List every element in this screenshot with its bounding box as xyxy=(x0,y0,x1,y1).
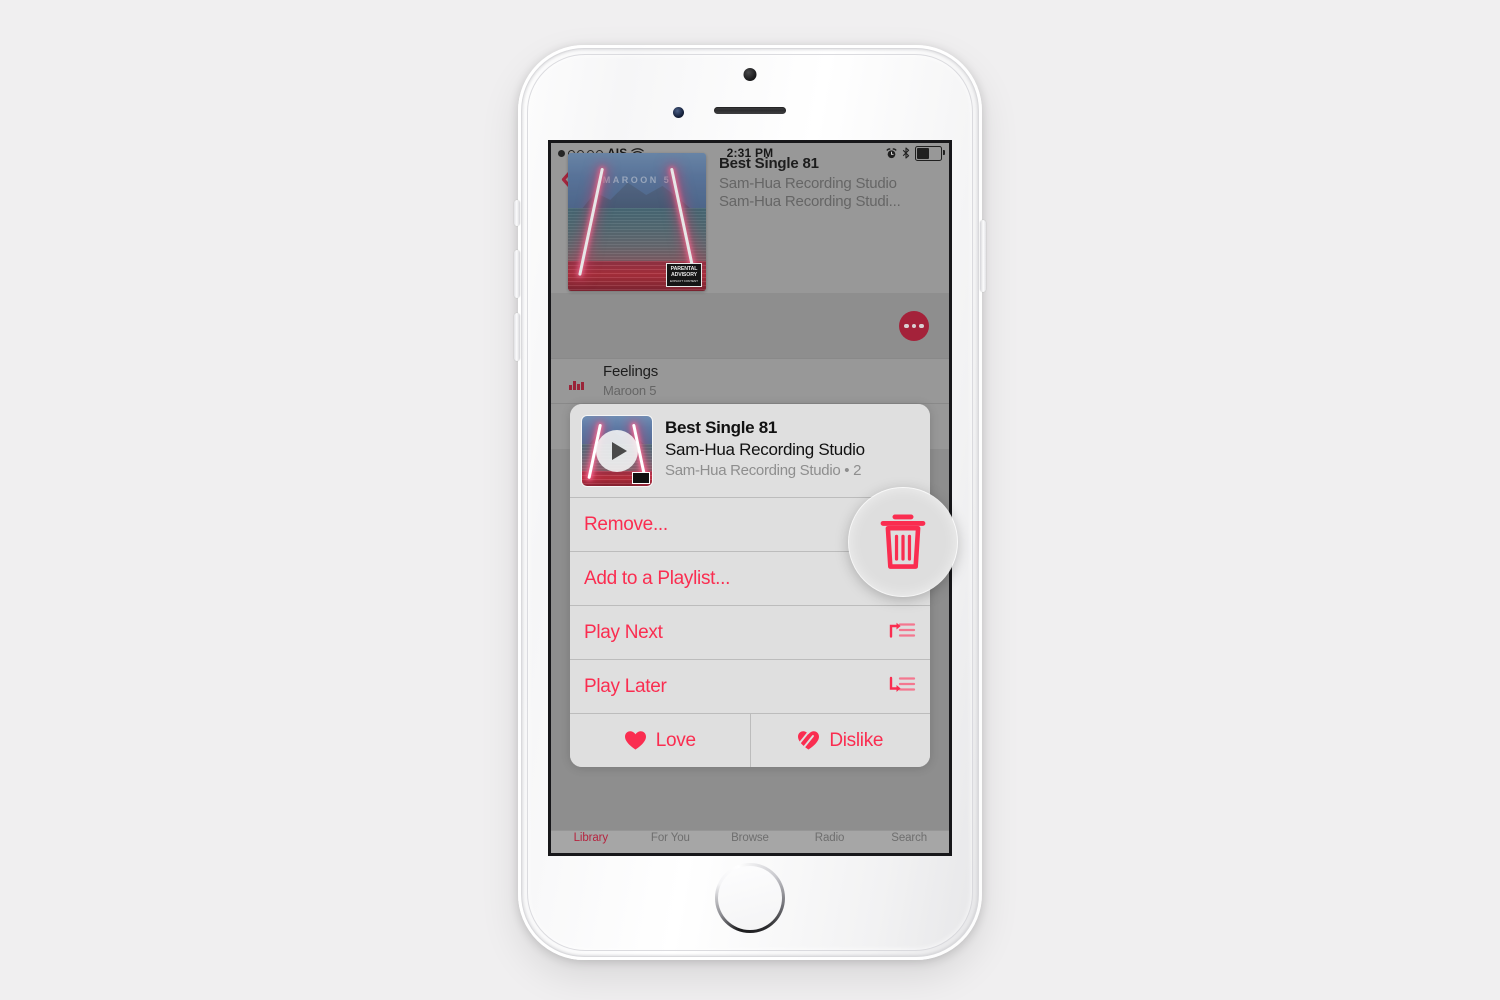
play-next-label: Play Next xyxy=(584,621,663,643)
magnifier-lens xyxy=(849,488,957,596)
power-button[interactable] xyxy=(980,220,986,292)
remove-label: Remove... xyxy=(584,513,668,535)
tab-search[interactable]: Search xyxy=(869,831,949,853)
tab-browse[interactable]: Browse xyxy=(710,831,790,853)
volume-up-button[interactable] xyxy=(514,250,520,298)
play-next-icon xyxy=(888,620,916,645)
proximity-sensor-icon xyxy=(673,107,684,118)
play-later-icon xyxy=(888,674,916,699)
dislike-label: Dislike xyxy=(829,729,884,751)
play-icon xyxy=(611,442,627,460)
play-button[interactable] xyxy=(596,430,638,472)
volume-down-button[interactable] xyxy=(514,313,520,361)
love-button[interactable]: Love xyxy=(570,714,750,767)
tab-library[interactable]: Library xyxy=(551,831,631,853)
home-button-surface xyxy=(718,866,782,930)
trash-icon xyxy=(880,514,926,569)
action-sheet-item-play-next[interactable]: Play Next xyxy=(570,606,930,660)
play-later-label: Play Later xyxy=(584,675,667,697)
action-sheet-title: Best Single 81 xyxy=(665,418,778,437)
tab-for-you[interactable]: For You xyxy=(631,831,711,853)
action-sheet-subtitle: Sam-Hua Recording Studio • 2 xyxy=(665,462,862,479)
add-to-playlist-label: Add to a Playlist... xyxy=(584,567,731,589)
action-sheet-header: Best Single 81 Sam-Hua Recording Studio … xyxy=(570,404,930,498)
heart-broken-icon xyxy=(797,730,820,750)
album-thumbnail xyxy=(582,416,652,486)
home-button[interactable] xyxy=(715,863,785,933)
earpiece-speaker xyxy=(714,107,786,114)
tab-bar: Library For You Browse Radio Search xyxy=(551,830,949,853)
tab-radio[interactable]: Radio xyxy=(790,831,870,853)
dislike-button[interactable]: Dislike xyxy=(749,714,931,767)
action-sheet-metadata: Best Single 81 Sam-Hua Recording Studio … xyxy=(665,416,865,479)
action-sheet-item-play-later[interactable]: Play Later xyxy=(570,660,930,714)
love-dislike-bar: Love Dislike xyxy=(570,714,930,767)
action-sheet-artist: Sam-Hua Recording Studio xyxy=(665,440,865,459)
heart-icon xyxy=(624,731,646,750)
mute-switch[interactable] xyxy=(514,200,520,226)
front-camera-icon xyxy=(743,68,757,81)
love-label: Love xyxy=(655,729,696,751)
